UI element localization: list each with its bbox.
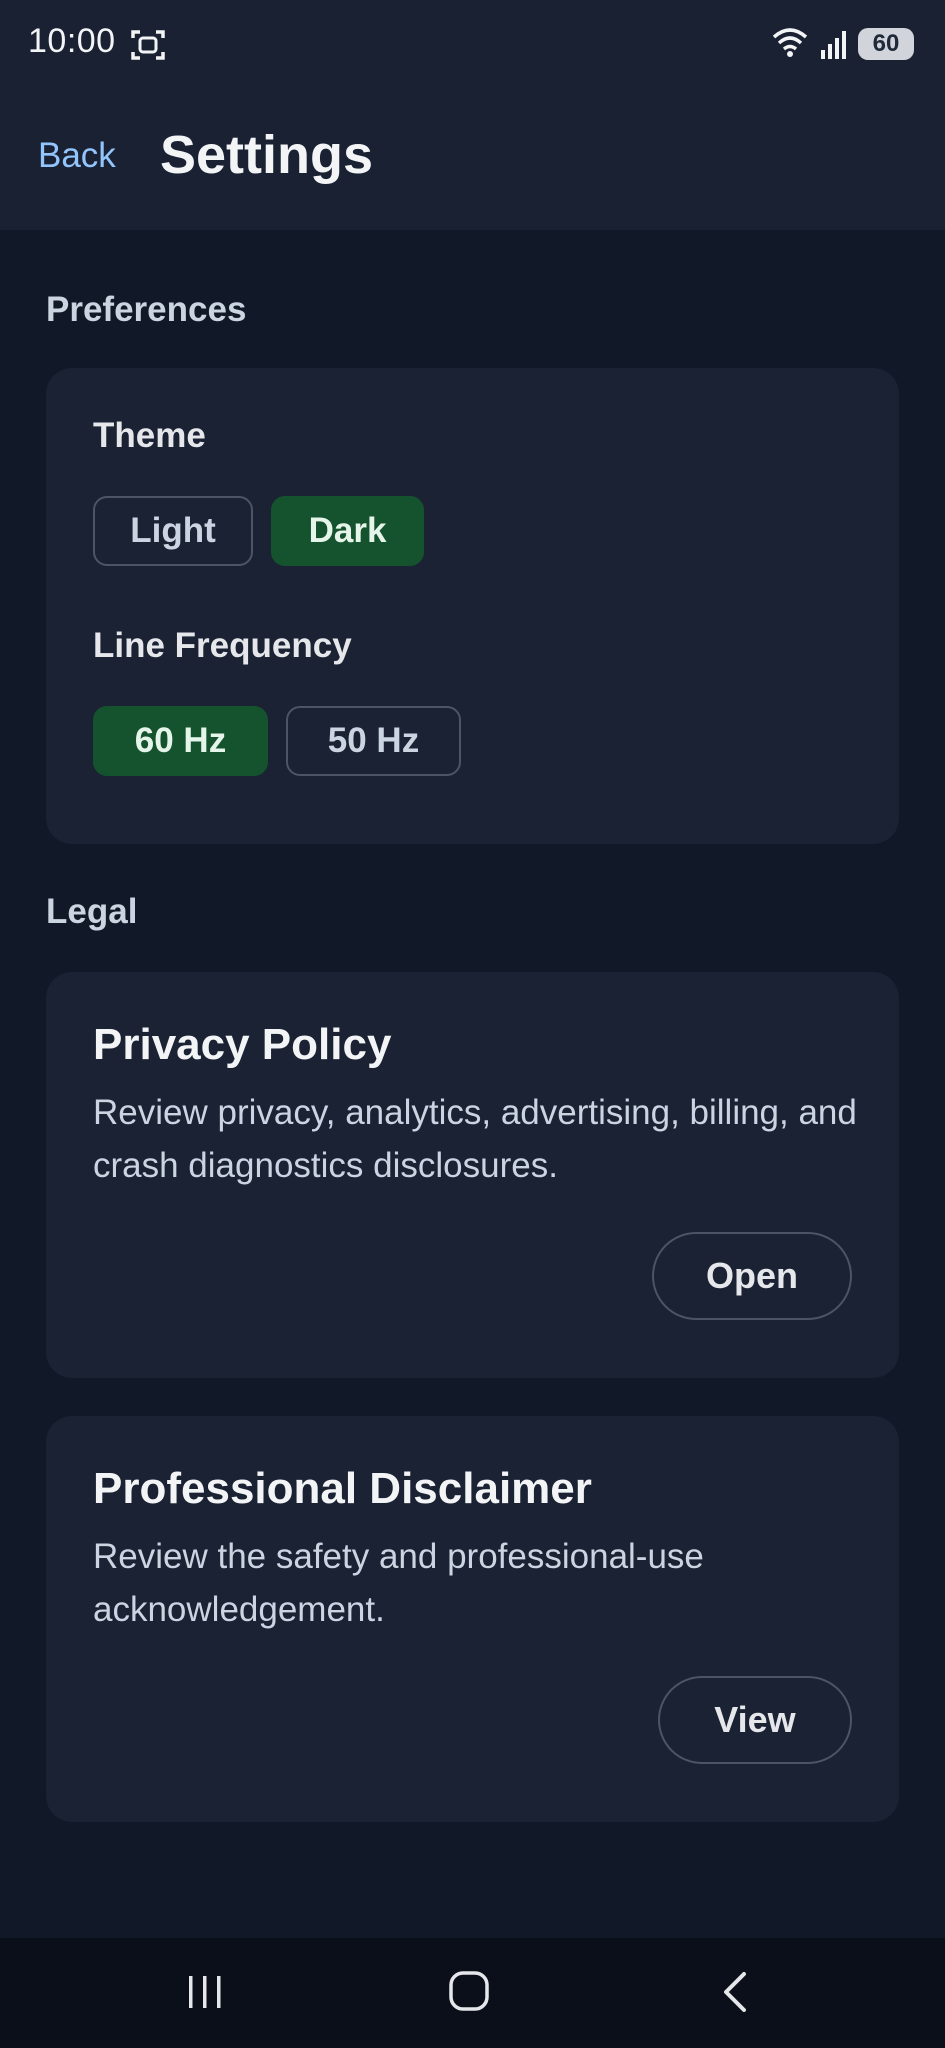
signal-icon [821, 31, 846, 59]
theme-option-dark[interactable]: Dark [271, 496, 424, 566]
theme-option-light[interactable]: Light [93, 496, 253, 566]
back-nav-icon[interactable] [718, 1970, 752, 2014]
back-button[interactable]: Back [38, 136, 116, 176]
recent-apps-icon[interactable] [186, 1972, 224, 2012]
section-label-legal: Legal [46, 892, 138, 931]
privacy-open-button[interactable]: Open [652, 1232, 852, 1320]
disclaimer-view-button[interactable]: View [658, 1676, 852, 1764]
screenshot-icon [131, 30, 165, 60]
privacy-policy-card: Privacy Policy Review privacy, analytics… [46, 972, 899, 1378]
privacy-policy-description: Review privacy, analytics, advertising, … [93, 1093, 857, 1185]
section-label-preferences: Preferences [46, 290, 247, 329]
disclaimer-description: Review the safety and professional-use a… [93, 1537, 704, 1629]
professional-disclaimer-card: Professional Disclaimer Review the safet… [46, 1416, 899, 1822]
status-time: 10:00 [28, 22, 116, 60]
line-frequency-label: Line Frequency [93, 626, 352, 665]
frequency-option-50hz[interactable]: 50 Hz [286, 706, 461, 776]
page-title: Settings [160, 125, 374, 185]
privacy-policy-title: Privacy Policy [93, 1020, 392, 1069]
frequency-option-60hz[interactable]: 60 Hz [93, 706, 268, 776]
battery-indicator: 60 [858, 28, 914, 60]
preferences-card: Theme Light Dark Line Frequency 60 Hz 50… [46, 368, 899, 844]
theme-label: Theme [93, 416, 206, 455]
wifi-icon [772, 28, 808, 57]
home-icon[interactable] [448, 1970, 490, 2012]
app-header [0, 88, 945, 230]
disclaimer-title: Professional Disclaimer [93, 1464, 592, 1513]
